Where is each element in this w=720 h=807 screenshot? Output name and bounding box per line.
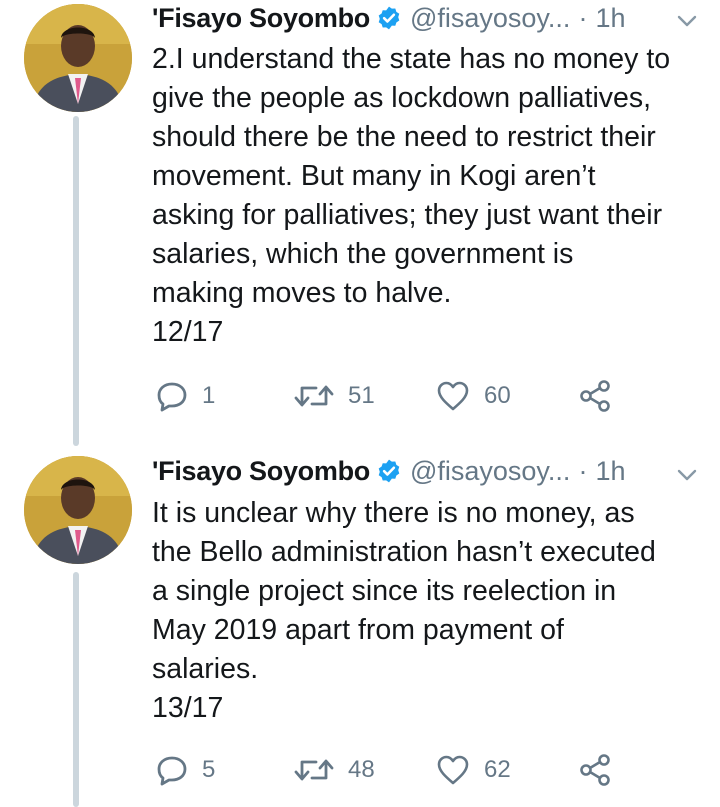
reply-icon <box>157 382 187 412</box>
profile-photo <box>24 456 132 564</box>
timestamp[interactable]: 1h <box>595 3 625 34</box>
tweet[interactable]: 'Fisayo Soyombo @fisayosoy... · 1h 2.I u… <box>0 0 720 440</box>
author-handle[interactable]: @fisayosoy... <box>410 456 570 487</box>
reply-button[interactable]: 1 <box>156 376 215 416</box>
share-button[interactable] <box>578 376 612 416</box>
like-count: 60 <box>484 382 511 409</box>
tweet-text: It is unclear why there is no money, as … <box>152 497 656 724</box>
retweet-button[interactable]: 51 <box>294 376 375 416</box>
chevron-down-icon[interactable] <box>676 10 698 32</box>
share-button[interactable] <box>578 750 612 790</box>
reply-button[interactable]: 5 <box>156 750 215 790</box>
heart-icon <box>437 381 469 411</box>
separator-dot: · <box>578 2 588 33</box>
profile-photo <box>24 4 132 112</box>
retweet-count: 48 <box>348 756 375 783</box>
tweet-header: 'Fisayo Soyombo @fisayosoy... · 1h <box>152 454 625 488</box>
reply-icon <box>157 756 187 786</box>
share-icon <box>580 380 610 412</box>
separator-dot: · <box>578 455 588 486</box>
timestamp[interactable]: 1h <box>595 456 625 487</box>
retweet-icon <box>294 759 334 781</box>
reply-count: 1 <box>202 382 216 409</box>
chevron-down-icon[interactable] <box>676 464 698 486</box>
avatar[interactable] <box>24 4 132 112</box>
retweet-icon <box>294 385 334 407</box>
tweet[interactable]: 'Fisayo Soyombo @fisayosoy... · 1h It is… <box>0 450 720 807</box>
tweet-actions: 1 51 60 <box>152 376 622 416</box>
retweet-count: 51 <box>348 382 375 409</box>
tweet-header: 'Fisayo Soyombo @fisayosoy... · 1h <box>152 1 625 35</box>
like-count: 62 <box>484 756 511 783</box>
reply-count: 5 <box>202 756 216 783</box>
tweet-actions: 5 48 62 <box>152 750 622 790</box>
share-icon <box>580 754 610 786</box>
verified-badge-icon <box>378 459 400 483</box>
verified-badge-icon <box>378 6 400 30</box>
avatar[interactable] <box>24 456 132 564</box>
heart-icon <box>437 755 469 785</box>
retweet-button[interactable]: 48 <box>294 750 375 790</box>
author-name[interactable]: 'Fisayo Soyombo <box>152 456 370 487</box>
tweet-text: 2.I understand the state has no money to… <box>152 43 671 348</box>
author-handle[interactable]: @fisayosoy... <box>410 3 570 34</box>
like-button[interactable]: 62 <box>436 750 511 790</box>
like-button[interactable]: 60 <box>436 376 511 416</box>
author-name[interactable]: 'Fisayo Soyombo <box>152 3 370 34</box>
